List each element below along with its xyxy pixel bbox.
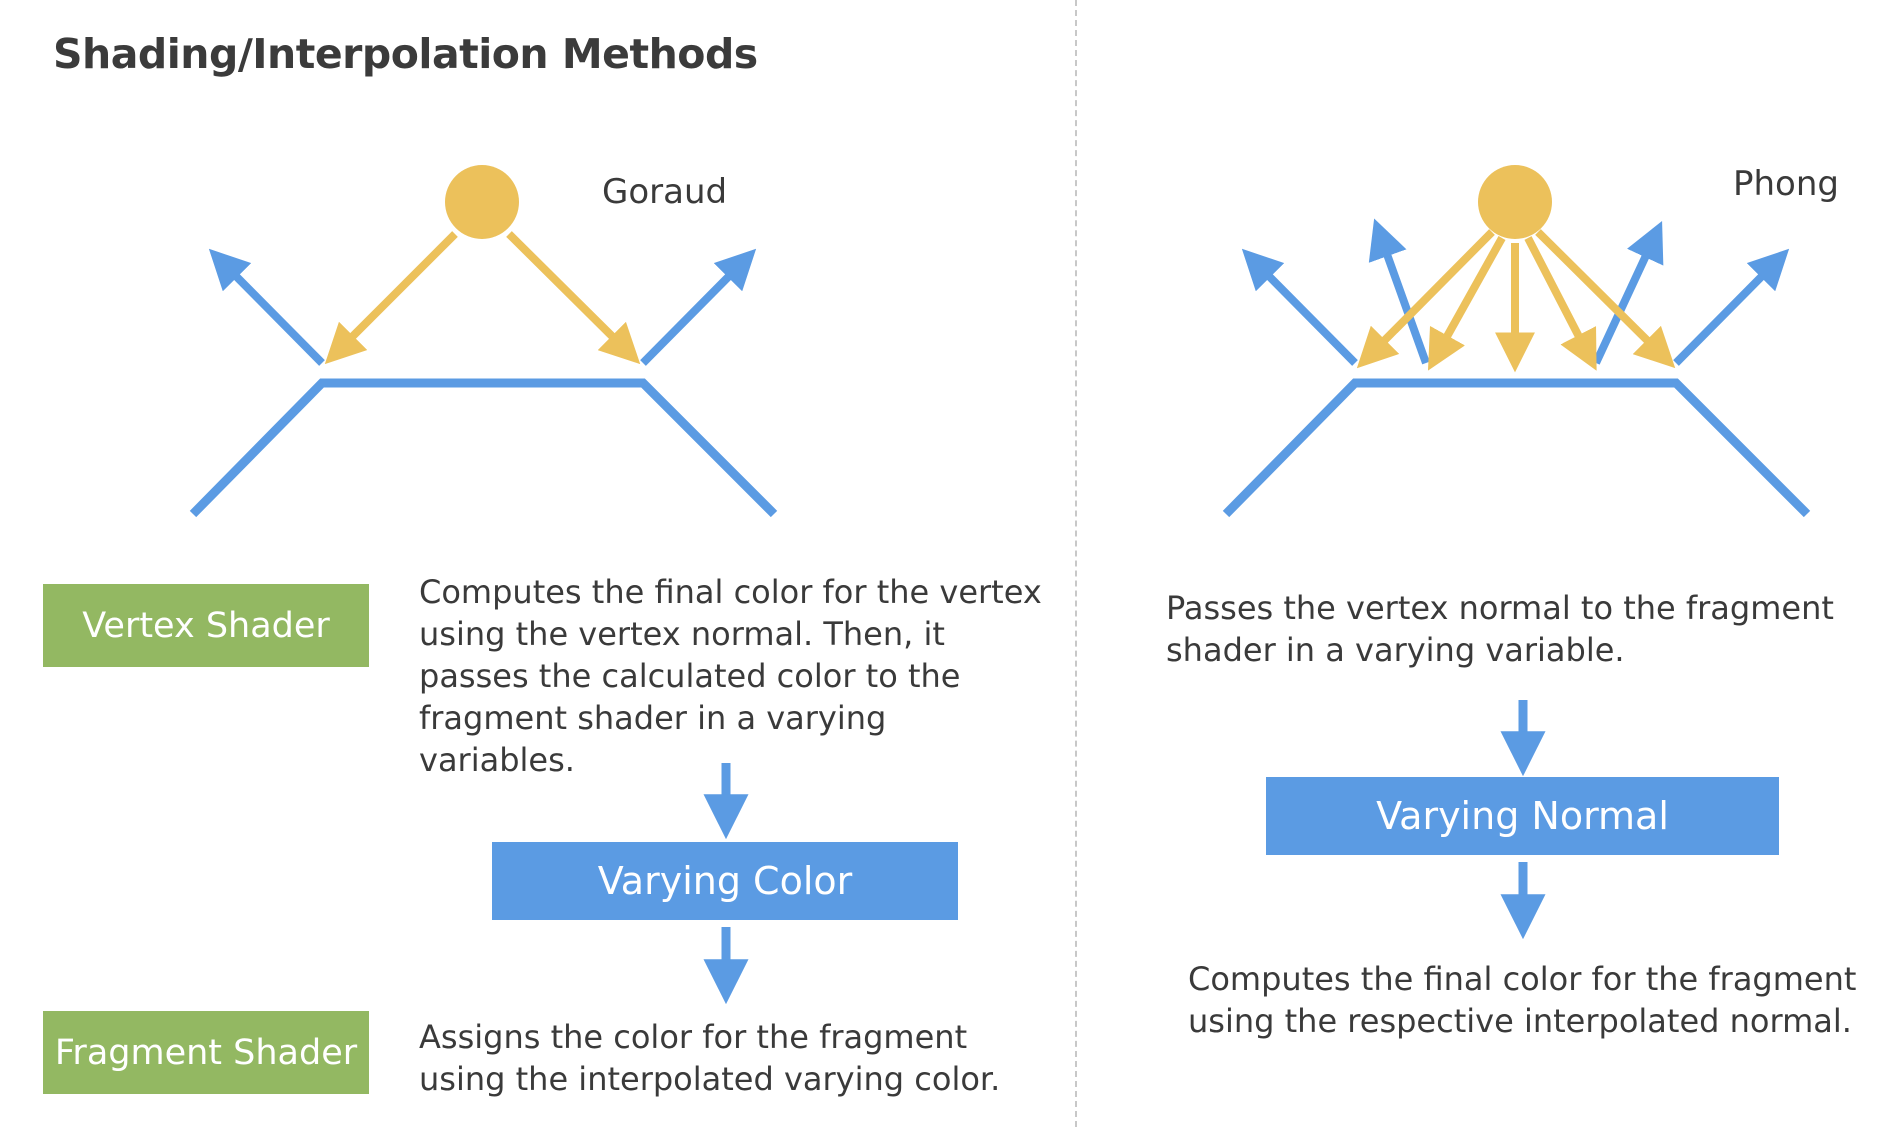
phong-vertex-description: Passes the vertex normal to the fragment… xyxy=(1166,589,1834,669)
phong-fragment-description: Computes the final color for the fragmen… xyxy=(1188,960,1857,1040)
varying-normal-label: Varying Normal xyxy=(1376,794,1669,838)
phong-normal-1 xyxy=(1241,248,1358,366)
fragment-shader-label: Fragment Shader xyxy=(54,1032,358,1073)
goraud-light-ray-left xyxy=(324,231,458,365)
goraud-light-source xyxy=(445,165,519,239)
phong-normal-4 xyxy=(1673,248,1790,366)
goraud-label: Goraud xyxy=(602,172,728,212)
phong-label: Phong xyxy=(1733,164,1839,204)
goraud-fragment-description: Assigns the color for the fragment using… xyxy=(419,1018,1001,1098)
goraud-light-ray-right xyxy=(506,231,641,365)
phong-light-source xyxy=(1478,165,1552,239)
varying-color-box: Varying Color xyxy=(492,842,958,920)
goraud-normal-left xyxy=(208,248,325,366)
varying-color-label: Varying Color xyxy=(597,859,853,903)
vertex-shader-label: Vertex Shader xyxy=(82,605,330,646)
phong-diagram xyxy=(1222,165,1811,518)
goraud-surface xyxy=(189,378,778,518)
goraud-diagram xyxy=(189,165,778,518)
vertex-shader-box: Vertex Shader xyxy=(43,584,369,667)
varying-normal-box: Varying Normal xyxy=(1266,777,1779,855)
goraud-normal-right xyxy=(640,248,757,366)
phong-surface xyxy=(1222,378,1811,518)
goraud-vertex-description: Computes the final color for the vertex … xyxy=(419,573,1042,779)
fragment-shader-box: Fragment Shader xyxy=(43,1011,369,1094)
